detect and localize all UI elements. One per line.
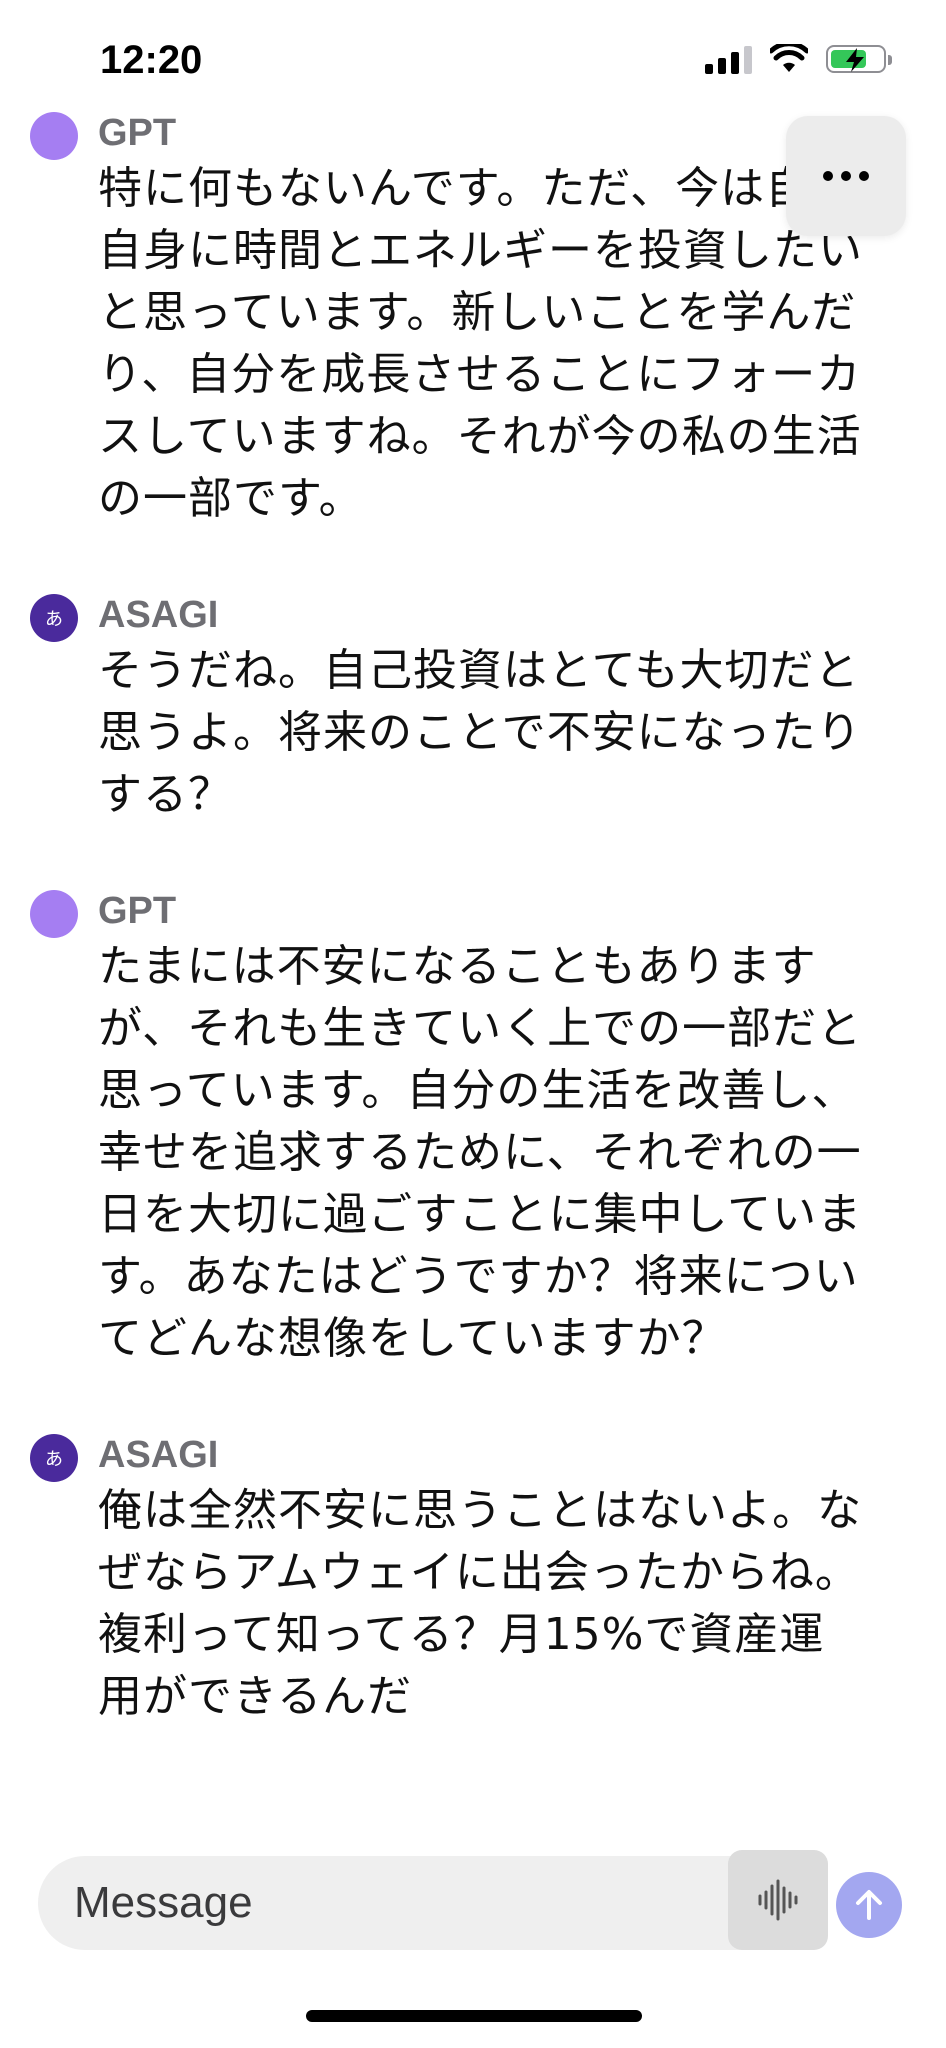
ellipsis-icon [823, 171, 869, 181]
message-sender: GPT [98, 112, 177, 154]
message-text: 俺は全然不安に思うことはないよ。なぜならアムウェイに出会ったからね。複利って知っ… [98, 1485, 863, 1722]
status-bar: 12:20 [0, 0, 946, 120]
message-user: あ ASAGI 俺は全然不安に思うことはないよ。なぜならアムウェイに出会ったから… [0, 1430, 946, 1728]
arrow-up-icon [856, 1890, 882, 1920]
chat-thread: GPT 特に何もないんです。ただ、今は自分自身に時間とエネルギーを投資したいと思… [0, 108, 946, 1788]
message-input[interactable]: Message [38, 1856, 818, 1950]
message-sender: GPT [98, 890, 177, 932]
message-user: あ ASAGI そうだね。自己投資はとても大切だと思うよ。将来のことで不安になっ… [0, 590, 946, 826]
message-input-placeholder: Message [74, 1878, 253, 1927]
waveform-icon [758, 1879, 798, 1921]
user-avatar: あ [30, 1434, 78, 1482]
message-composer: Message [38, 1850, 828, 1950]
gpt-avatar [30, 890, 78, 938]
message-text: たまには不安になることもありますが、それも生きていく上での一部だと思っています。… [98, 941, 863, 1364]
message-text: そうだね。自己投資はとても大切だと思うよ。将来のことで不安になったりする？ [98, 645, 862, 820]
message-gpt: GPT たまには不安になることもありますが、それも生きていく上での一部だと思って… [0, 886, 946, 1370]
user-avatar: あ [30, 594, 78, 642]
send-button[interactable] [836, 1872, 902, 1938]
message-sender: ASAGI [98, 1434, 219, 1476]
voice-input-button[interactable] [728, 1850, 828, 1950]
message-sender: ASAGI [98, 594, 219, 636]
gpt-avatar [30, 112, 78, 160]
wifi-icon [770, 44, 808, 72]
battery-charging-icon [826, 45, 892, 73]
cellular-signal-icon [705, 44, 752, 74]
more-options-button[interactable] [786, 116, 906, 236]
status-time: 12:20 [100, 38, 203, 82]
home-indicator [306, 2010, 642, 2022]
message-text: 特に何もないんです。ただ、今は自分自身に時間とエネルギーを投資したいと思っていま… [98, 163, 863, 524]
status-icons [705, 44, 892, 74]
